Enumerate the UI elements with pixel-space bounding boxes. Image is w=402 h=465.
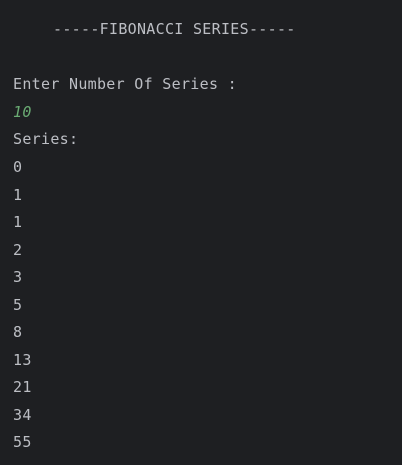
input-prompt: Enter Number Of Series : bbox=[13, 75, 237, 93]
series-item: 1 bbox=[13, 185, 23, 204]
series-label: Series: bbox=[13, 130, 79, 148]
series-item: 55 bbox=[13, 433, 32, 451]
series-item: 0 bbox=[13, 158, 23, 176]
user-input-value: 10 bbox=[13, 103, 32, 121]
series-item: 21 bbox=[13, 378, 32, 396]
series-item: 8 bbox=[13, 323, 23, 341]
series-item: 34 bbox=[13, 405, 32, 424]
series-item: 13 bbox=[13, 350, 32, 369]
series-item: 1 bbox=[13, 213, 23, 231]
series-header: -----FIBONACCI SERIES----- bbox=[53, 20, 296, 38]
series-item: 5 bbox=[13, 295, 23, 314]
series-item: 2 bbox=[13, 240, 23, 259]
series-list: 0 1 1 2 3 5 8 13 21 34 55 bbox=[13, 157, 32, 460]
console-output-panel[interactable]: -----FIBONACCI SERIES----- Enter Number … bbox=[0, 0, 402, 465]
series-item: 3 bbox=[13, 268, 23, 286]
